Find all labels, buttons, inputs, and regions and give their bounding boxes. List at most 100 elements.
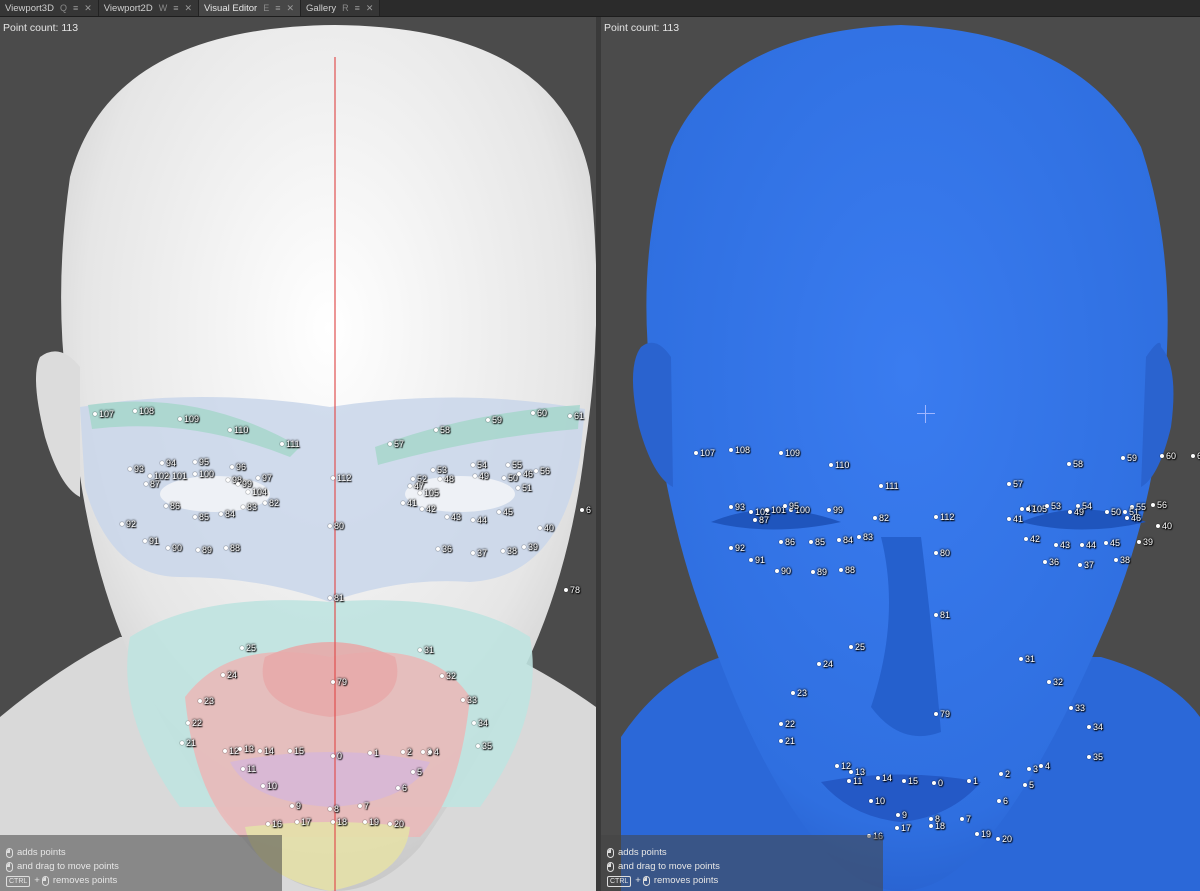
menu-icon[interactable]: ≡: [73, 3, 78, 13]
landmark-point[interactable]: 107: [694, 448, 715, 458]
landmark-point[interactable]: 100: [193, 469, 214, 479]
landmark-point[interactable]: 32: [1047, 677, 1063, 687]
landmark-point[interactable]: 42: [1024, 534, 1040, 544]
landmark-point[interactable]: 39: [522, 542, 538, 552]
landmark-point[interactable]: 18: [929, 821, 945, 831]
landmark-point[interactable]: 11: [847, 776, 862, 786]
menu-icon[interactable]: ≡: [355, 3, 360, 13]
landmark-point[interactable]: 80: [328, 521, 344, 531]
landmark-point[interactable]: 83: [857, 532, 873, 542]
landmark-point[interactable]: 108: [729, 445, 750, 455]
landmark-point[interactable]: 44: [471, 515, 487, 525]
landmark-point[interactable]: 54: [471, 460, 487, 470]
landmark-point[interactable]: 109: [178, 414, 199, 424]
landmark-point[interactable]: 112: [934, 512, 954, 522]
landmark-point[interactable]: 91: [143, 536, 159, 546]
landmark-point[interactable]: 45: [497, 507, 513, 517]
landmark-point[interactable]: 86: [779, 537, 795, 547]
landmark-point[interactable]: 87: [753, 515, 769, 525]
landmark-point[interactable]: 59: [1121, 453, 1137, 463]
landmark-point[interactable]: 3: [1027, 764, 1038, 774]
landmark-point[interactable]: 24: [817, 659, 833, 669]
landmark-point[interactable]: 92: [120, 519, 136, 529]
landmark-point[interactable]: 33: [1069, 703, 1085, 713]
landmark-point[interactable]: 42: [420, 504, 436, 514]
landmark-point[interactable]: 50: [1105, 507, 1121, 517]
landmark-point[interactable]: 44: [1080, 540, 1096, 550]
landmark-point[interactable]: 92: [729, 543, 745, 553]
landmark-point[interactable]: 40: [1156, 521, 1172, 531]
landmark-point[interactable]: 18: [331, 817, 347, 827]
landmark-point[interactable]: 59: [486, 415, 502, 425]
landmark-point[interactable]: 0: [932, 778, 943, 788]
left-viewport[interactable]: Point count: 113 107 108 109 110 111 57 …: [0, 17, 596, 891]
landmark-point[interactable]: 110: [228, 425, 248, 435]
landmark-point[interactable]: 17: [295, 817, 311, 827]
close-icon[interactable]: ✕: [286, 3, 294, 14]
landmark-point[interactable]: 51: [516, 483, 532, 493]
landmark-point[interactable]: 5: [1023, 780, 1034, 790]
tab-visual-editor[interactable]: Visual Editor E ≡ ✕: [199, 0, 302, 16]
landmark-point[interactable]: 53: [1045, 501, 1061, 511]
landmark-point[interactable]: 9: [290, 801, 301, 811]
landmark-point[interactable]: 61: [568, 411, 584, 421]
landmark-point[interactable]: 110: [829, 460, 849, 470]
landmark-point[interactable]: 34: [472, 718, 488, 728]
landmark-point[interactable]: 4: [428, 747, 439, 757]
landmark-point[interactable]: 11: [241, 764, 256, 774]
landmark-point[interactable]: 46: [1125, 513, 1141, 523]
landmark-point[interactable]: 84: [837, 535, 853, 545]
landmark-point[interactable]: 85: [193, 512, 209, 522]
landmark-point[interactable]: 4: [1039, 761, 1050, 771]
landmark-point[interactable]: 57: [388, 439, 404, 449]
landmark-point[interactable]: 8: [328, 804, 339, 814]
landmark-point[interactable]: 34: [1087, 722, 1103, 732]
landmark-point[interactable]: 10: [869, 796, 885, 806]
landmark-point[interactable]: 109: [779, 448, 800, 458]
landmark-point[interactable]: 41: [1007, 514, 1023, 524]
landmark-point[interactable]: 21: [779, 736, 795, 746]
landmark-point[interactable]: 50: [502, 473, 518, 483]
face-model-left[interactable]: [0, 17, 596, 891]
landmark-point[interactable]: 81: [934, 610, 950, 620]
landmark-point[interactable]: 111: [280, 439, 300, 449]
landmark-point[interactable]: 37: [471, 548, 487, 558]
close-icon[interactable]: ✕: [366, 3, 374, 14]
landmark-point[interactable]: 57: [1007, 479, 1023, 489]
landmark-point[interactable]: 78: [564, 585, 580, 595]
landmark-point[interactable]: 80: [934, 548, 950, 558]
landmark-point[interactable]: 96: [230, 462, 246, 472]
menu-icon[interactable]: ≡: [173, 3, 178, 13]
landmark-point[interactable]: 24: [221, 670, 237, 680]
landmark-point[interactable]: 83: [241, 502, 257, 512]
landmark-point[interactable]: 95: [193, 457, 209, 467]
landmark-point[interactable]: 15: [288, 746, 304, 756]
landmark-point[interactable]: 15: [902, 776, 918, 786]
landmark-point[interactable]: 38: [501, 546, 517, 556]
right-viewport[interactable]: Point count: 113 107 108 109 110 111 57 58 59 60…: [601, 17, 1200, 891]
landmark-point[interactable]: 31: [1019, 654, 1035, 664]
landmark-point[interactable]: 2: [999, 769, 1010, 779]
landmark-point[interactable]: 32: [440, 671, 456, 681]
tab-viewport2d[interactable]: Viewport2D W ≡ ✕: [98, 0, 200, 16]
landmark-point[interactable]: 93: [128, 464, 144, 474]
landmark-point[interactable]: 43: [1054, 540, 1070, 550]
landmark-point[interactable]: 49: [1068, 507, 1084, 517]
landmark-point[interactable]: 23: [791, 688, 807, 698]
landmark-point[interactable]: 17: [895, 823, 911, 833]
landmark-point[interactable]: 45: [1104, 538, 1120, 548]
landmark-point[interactable]: 14: [876, 773, 892, 783]
landmark-point[interactable]: 22: [186, 718, 202, 728]
landmark-point[interactable]: 20: [996, 834, 1012, 844]
landmark-point[interactable]: 91: [749, 555, 765, 565]
landmark-point[interactable]: 35: [476, 741, 492, 751]
landmark-point[interactable]: 111: [879, 481, 899, 491]
landmark-point[interactable]: 60: [1160, 451, 1176, 461]
landmark-point[interactable]: 35: [1087, 752, 1103, 762]
landmark-point[interactable]: 16: [266, 819, 282, 829]
menu-icon[interactable]: ≡: [275, 3, 280, 13]
landmark-point[interactable]: 82: [873, 513, 889, 523]
landmark-point[interactable]: 47: [408, 481, 424, 491]
landmark-point[interactable]: 31: [418, 645, 434, 655]
landmark-point[interactable]: 25: [849, 642, 865, 652]
